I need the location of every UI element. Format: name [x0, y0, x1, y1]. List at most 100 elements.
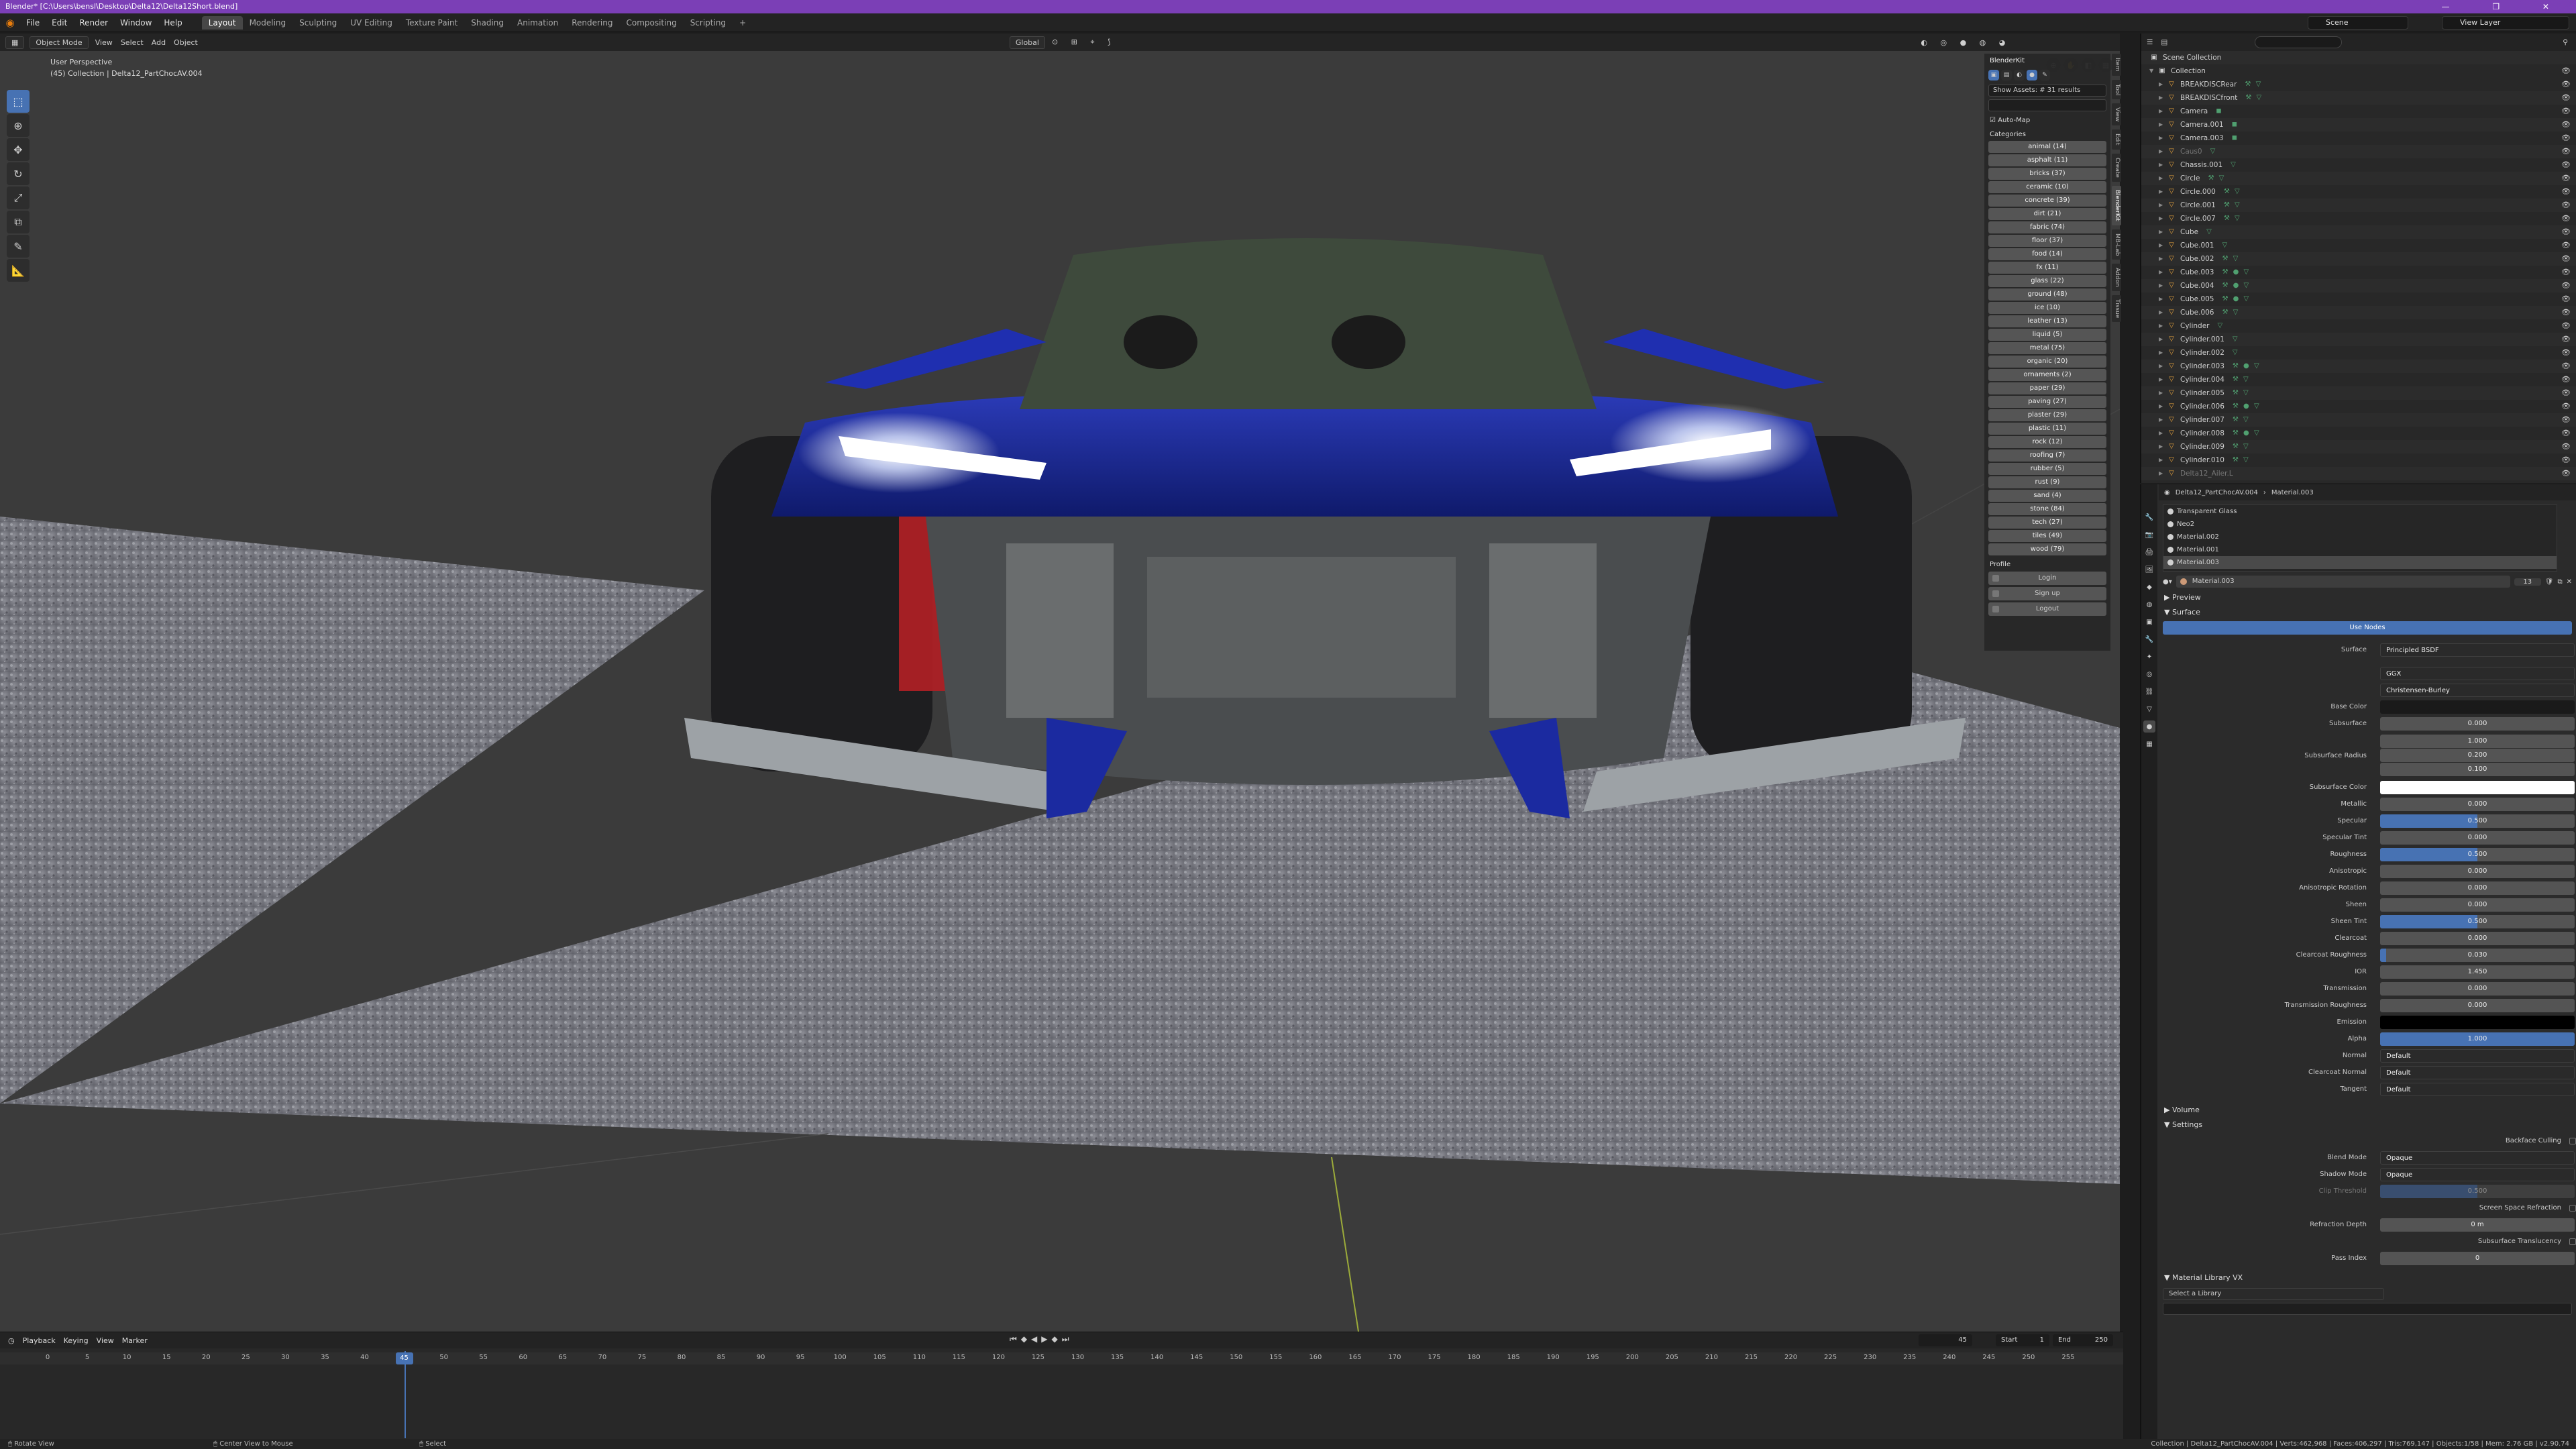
object-tab-icon[interactable]: ▣	[2143, 616, 2155, 628]
material-users-count[interactable]: 13	[2514, 578, 2541, 586]
outliner-item[interactable]: ▶ ▽ Cylinder.001 ▽ 👁	[2141, 333, 2576, 346]
expand-chevron-icon[interactable]: ▶	[2159, 252, 2167, 266]
auto-map-checkbox[interactable]: ☑ Auto-Map	[1984, 114, 2110, 127]
outliner-item[interactable]: ▶ ▽ Cube.001 ▽ 👁	[2141, 239, 2576, 252]
bsdf-input-field[interactable]: 1.450	[2380, 965, 2575, 979]
category-button[interactable]: fx (11)	[1988, 262, 2106, 274]
outliner-item[interactable]: ▶ ▽ Cube.003 ⚒ ● ▽ 👁	[2141, 266, 2576, 279]
outliner-item[interactable]: ▶ ▽ Cube.004 ⚒ ● ▽ 👁	[2141, 279, 2576, 292]
shading-mode-icons[interactable]: ◐ ◎ ● ◍ ◕	[1921, 38, 2010, 47]
category-button[interactable]: sand (4)	[1988, 490, 2106, 502]
workspace-tab-compositing[interactable]: Compositing	[619, 16, 683, 30]
view-layer-tab-icon[interactable]: 🖼	[2143, 564, 2155, 576]
outliner-item[interactable]: ▶ ▽ Circle ⚒ ▽ 👁	[2141, 172, 2576, 185]
scene-collection-row[interactable]: ▣ Scene Collection	[2141, 51, 2576, 64]
bsdf-input-field[interactable]: Default	[2380, 1082, 2575, 1096]
category-button[interactable]: ceramic (10)	[1988, 181, 2106, 193]
new-material-icon[interactable]: ⧉	[2557, 578, 2562, 586]
category-button[interactable]: roofing (7)	[1988, 449, 2106, 462]
filter-icon[interactable]: ⚲	[2563, 38, 2568, 46]
outliner-item[interactable]: ▶ ▽ BREAKDISCRear ⚒ ▽ 👁	[2141, 78, 2576, 91]
measure-tool-icon[interactable]: 📐	[7, 259, 30, 282]
menu-edit[interactable]: Edit	[46, 18, 73, 28]
outliner-item[interactable]: ▶ ▽ Cube ▽ 👁	[2141, 225, 2576, 239]
outliner-item[interactable]: ▶ ▽ Chassis.001 ▽ 👁	[2141, 158, 2576, 172]
preview-panel-header[interactable]: ▶ Preview	[2159, 590, 2576, 605]
viewport-menu-add[interactable]: Add	[152, 38, 166, 47]
menu-help[interactable]: Help	[158, 18, 188, 28]
login-button[interactable]: Login	[1988, 572, 2106, 585]
category-button[interactable]: fabric (74)	[1988, 221, 2106, 233]
modifier-tab-icon[interactable]: 🔧	[2143, 633, 2155, 645]
outliner-item[interactable]: ▶ ▽ Cylinder.009 ⚒ ▽ 👁	[2141, 440, 2576, 453]
collection-row[interactable]: ▼ ▣ Collection 👁	[2141, 64, 2576, 78]
logout-button[interactable]: Logout	[1988, 602, 2106, 616]
transform-tool-icon[interactable]: ⧉	[7, 211, 30, 233]
sss-translucency-checkbox[interactable]	[2569, 1238, 2576, 1245]
expand-chevron-icon[interactable]: ▶	[2159, 91, 2167, 105]
workspace-tab-sculpting[interactable]: Sculpting	[292, 16, 343, 30]
visibility-eye-icon[interactable]: 👁	[2561, 386, 2571, 400]
subsurface-radius-component[interactable]: 0.100	[2380, 763, 2575, 776]
current-frame-field[interactable]: 45	[1919, 1334, 1972, 1346]
outliner-item[interactable]: ▶ ▽ Camera ◼ 👁	[2141, 105, 2576, 118]
category-button[interactable]: glass (22)	[1988, 275, 2106, 287]
workspace-tab-animation[interactable]: Animation	[511, 16, 565, 30]
bsdf-input-field[interactable]: 0.000	[2380, 931, 2575, 945]
bsdf-input-field[interactable]: 0.500	[2380, 847, 2575, 861]
data-tab-icon[interactable]: ▽	[2143, 703, 2155, 715]
visibility-eye-icon[interactable]: 👁	[2561, 279, 2571, 292]
category-button[interactable]: plastic (11)	[1988, 423, 2106, 435]
visibility-eye-icon[interactable]: 👁	[2561, 158, 2571, 172]
tab-view[interactable]: View	[2112, 103, 2121, 126]
playhead-frame-label[interactable]: 45	[395, 1352, 413, 1364]
blenderkit-search-input[interactable]	[1988, 99, 2106, 111]
view-layer-selector[interactable]: View Layer	[2442, 16, 2569, 30]
expand-chevron-icon[interactable]: ▶	[2159, 145, 2167, 158]
prev-key-icon[interactable]: ◆	[1021, 1334, 1027, 1344]
tab-tissue[interactable]: Tissue	[2112, 294, 2121, 322]
subsurface-method-dropdown[interactable]: Christensen-Burley	[2380, 683, 2575, 697]
outliner-item[interactable]: ▶ ▽ Cube.005 ⚒ ● ▽ 👁	[2141, 292, 2576, 306]
bsdf-input-field[interactable]: 0.030	[2380, 948, 2575, 962]
material-asset-icon[interactable]: ●	[2027, 70, 2037, 80]
physics-tab-icon[interactable]: ◎	[2143, 668, 2155, 680]
expand-chevron-icon[interactable]: ▶	[2159, 212, 2167, 225]
visibility-eye-icon[interactable]: 👁	[2561, 453, 2571, 467]
category-button[interactable]: leather (13)	[1988, 315, 2106, 327]
visibility-eye-icon[interactable]: 👁	[2561, 413, 2571, 427]
visibility-eye-icon[interactable]: 👁	[2561, 145, 2571, 158]
signup-button[interactable]: Sign up	[1988, 587, 2106, 600]
material-browse-icon[interactable]: ●▾	[2163, 578, 2172, 586]
bsdf-input-field[interactable]: 0.000	[2380, 881, 2575, 895]
expand-chevron-icon[interactable]: ▶	[2159, 427, 2167, 440]
category-button[interactable]: liquid (5)	[1988, 329, 2106, 341]
add-workspace-button[interactable]: +	[733, 16, 753, 30]
outliner-item[interactable]: ▶ ▽ Delta12_Ailer.L 👁	[2141, 467, 2576, 480]
model-asset-icon[interactable]: ▣	[1988, 70, 1999, 80]
category-button[interactable]: tech (27)	[1988, 517, 2106, 529]
end-frame-field[interactable]: End 250	[2053, 1334, 2113, 1346]
library-select-dropdown[interactable]: Select a Library	[2163, 1288, 2384, 1300]
material-tab-icon[interactable]: ●	[2143, 720, 2155, 733]
timeline-menu-playback[interactable]: Playback	[23, 1336, 56, 1345]
move-tool-icon[interactable]: ✥	[7, 138, 30, 161]
bsdf-input-field[interactable]: 1.000 0.200 0.100	[2380, 735, 2575, 776]
visibility-eye-icon[interactable]: 👁	[2561, 91, 2571, 105]
bsdf-input-field[interactable]: Default	[2380, 1049, 2575, 1063]
category-button[interactable]: wood (79)	[1988, 543, 2106, 555]
expand-chevron-icon[interactable]: ▶	[2159, 199, 2167, 212]
expand-chevron-icon[interactable]: ▶	[2159, 306, 2167, 319]
orientation-dropdown[interactable]: Global	[1009, 36, 1045, 49]
pass-index-field[interactable]: 0	[2380, 1251, 2575, 1265]
visibility-eye-icon[interactable]: 👁	[2561, 131, 2571, 145]
bsdf-input-field[interactable]: 0.000	[2380, 898, 2575, 912]
tab-tool[interactable]: Tool	[2112, 79, 2121, 99]
expand-chevron-icon[interactable]: ▶	[2159, 239, 2167, 252]
bsdf-input-field[interactable]: Default	[2380, 1065, 2575, 1079]
outliner-item[interactable]: ▶ ▽ Cylinder.004 ⚒ ▽ 👁	[2141, 373, 2576, 386]
visibility-eye-icon[interactable]: 👁	[2561, 199, 2571, 212]
expand-chevron-icon[interactable]: ▶	[2159, 467, 2167, 480]
texture-tab-icon[interactable]: ▦	[2143, 738, 2155, 750]
expand-chevron-icon[interactable]: ▶	[2159, 266, 2167, 279]
